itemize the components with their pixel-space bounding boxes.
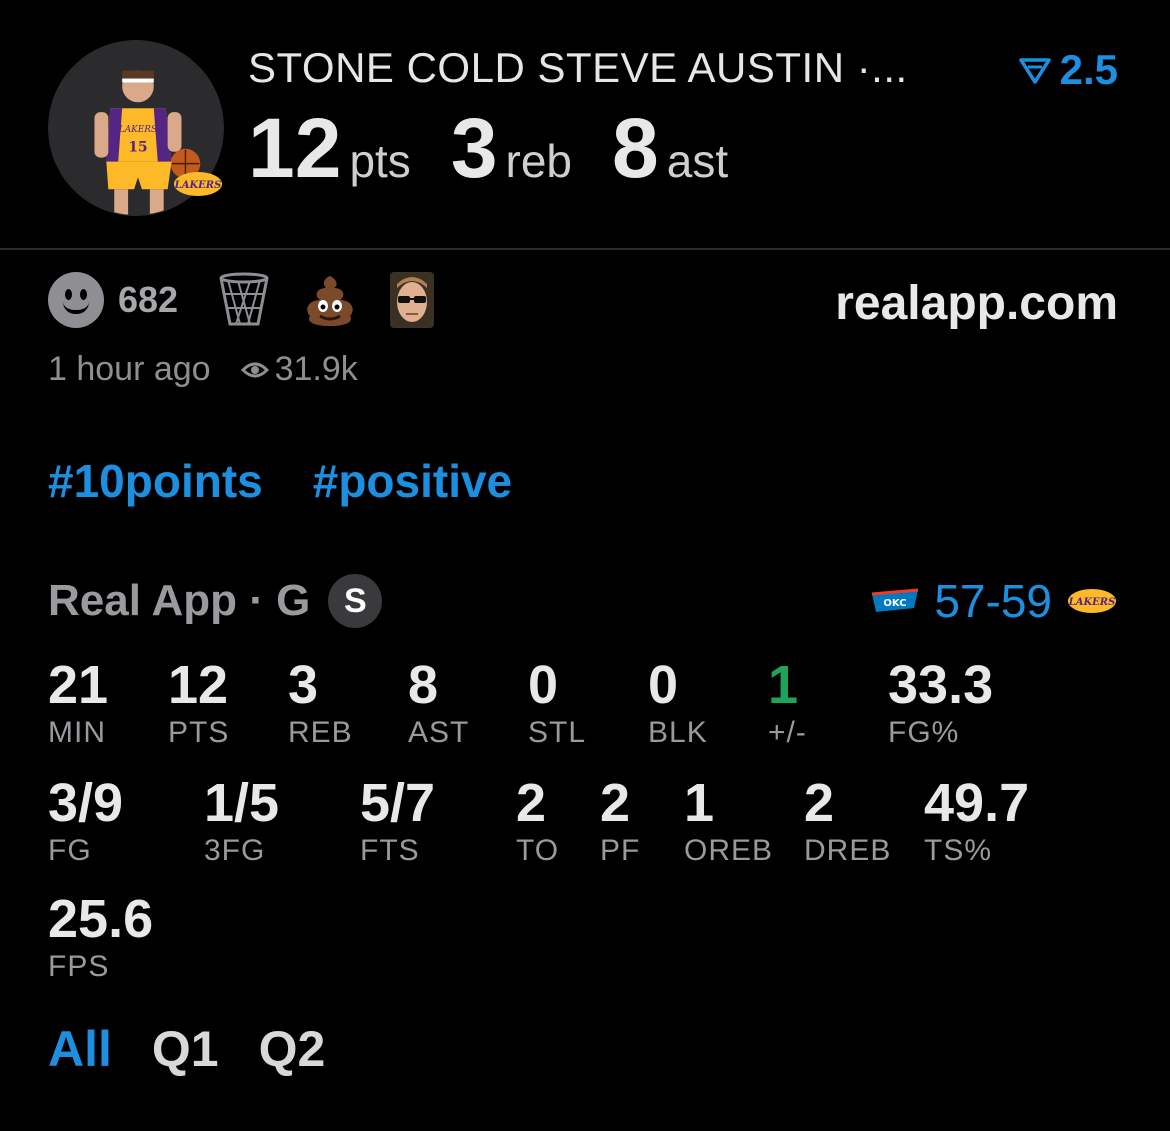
hashtag-positive[interactable]: #positive (313, 454, 512, 508)
sunglasses-avatar-icon[interactable] (390, 272, 435, 328)
okc-logo-icon: OKC (872, 588, 919, 612)
stat-reb: 3 REB (288, 658, 353, 750)
okc-logo-text: OKC (884, 598, 907, 609)
stat-label: STL (528, 716, 587, 749)
view-count: 31.9k (240, 350, 358, 389)
reaction-count: 682 (118, 279, 179, 320)
stat-value: 3/9 (48, 773, 124, 833)
stat-value: 0 (528, 655, 559, 715)
stat-label: PF (600, 834, 641, 867)
reaction-bar: 682 (48, 272, 466, 328)
eye-icon (240, 362, 269, 377)
view-count-value: 31.9k (274, 350, 358, 388)
stat-value: 8 (408, 655, 439, 715)
headline-stats: 12 pts 3 reb 8 ast (248, 100, 768, 197)
stat-blk: 0 BLK (648, 658, 708, 750)
tab-q2[interactable]: Q2 (259, 1020, 326, 1078)
stat-value: 12 (168, 655, 229, 715)
post-header: LAKERS 15 LAKERS STONE COLD STEVE AUSTIN… (0, 0, 1170, 250)
stat-pts: 12 PTS (168, 658, 229, 750)
stat-fps: 25.6 FPS (48, 892, 153, 984)
prop-line[interactable]: 2.5 (1018, 46, 1118, 94)
stat-plus-minus: 1 +/- (768, 658, 807, 750)
hashtag-10points[interactable]: #10points (48, 454, 263, 508)
stat-label: BLK (648, 716, 708, 749)
stat-label: FG (48, 834, 92, 867)
stat-label: PTS (168, 716, 230, 749)
lakers-logo-icon: LAKERS (174, 172, 222, 196)
stat-fg: 3/9 FG (48, 776, 123, 868)
player-name[interactable]: STONE COLD STEVE AUSTIN ·... (248, 44, 908, 92)
post-time: 1 hour ago (48, 350, 211, 388)
stat-value: 2 (804, 773, 835, 833)
stat-label: DREB (804, 834, 892, 867)
stat-3fg: 1/5 3FG (204, 776, 279, 868)
stat-label: FTS (360, 834, 420, 867)
stat-oreb: 1 OREB (684, 776, 773, 868)
stat-to: 2 TO (516, 776, 559, 868)
stat-value: 25.6 (48, 889, 154, 949)
stat-value: 33.3 (888, 655, 994, 715)
game-score-group[interactable]: OKC 57-59 LAKERS (868, 574, 1120, 628)
stat-value: 1 (768, 655, 799, 715)
hashtags: #10points #positive (48, 454, 512, 508)
tab-all[interactable]: All (48, 1020, 112, 1078)
basketball-net-icon[interactable] (218, 272, 270, 328)
stat-stl: 0 STL (528, 658, 586, 750)
stat-value: 5/7 (360, 773, 436, 833)
stat-label: TS% (924, 834, 993, 867)
lakers-logo-text: LAKERS (1068, 597, 1116, 608)
stat-value: 49.7 (924, 773, 1030, 833)
stat-label: FPS (48, 950, 110, 983)
lakers-logo-text: LAKERS (174, 180, 222, 191)
game-info: Real App · G S OKC 57-59 LAKERS (48, 574, 1120, 630)
stat-label: FG% (888, 716, 960, 749)
stat-value: 2 (600, 773, 631, 833)
stat-label: AST (408, 716, 470, 749)
headline-pts-value: 12 (248, 101, 342, 195)
stat-value: 0 (648, 655, 679, 715)
headline-reb-unit: reb (505, 135, 573, 187)
stat-label: REB (288, 716, 353, 749)
stat-label: +/- (768, 716, 807, 749)
stat-value: 3 (288, 655, 319, 715)
headline-pts-unit: pts (349, 135, 411, 187)
game-label[interactable]: Real App · G (48, 576, 310, 626)
post-meta: 1 hour ago 31.9k (48, 350, 358, 389)
stat-ast: 8 AST (408, 658, 469, 750)
tab-q1[interactable]: Q1 (152, 1020, 219, 1078)
stat-label: OREB (684, 834, 774, 867)
avatar-jersey-number: 15 (128, 140, 147, 156)
stat-value: 21 (48, 655, 109, 715)
headline-reb-value: 3 (450, 101, 498, 195)
game-score: 57-59 (934, 575, 1052, 627)
headline-ast-unit: ast (666, 135, 729, 187)
prop-line-value: 2.5 (1059, 46, 1118, 93)
stat-label: TO (516, 834, 560, 867)
stat-label: 3FG (204, 834, 266, 867)
stat-value: 1/5 (204, 773, 280, 833)
smiley-icon[interactable] (48, 272, 104, 328)
avatar-jersey-team: LAKERS (118, 125, 157, 135)
stat-pf: 2 PF (600, 776, 640, 868)
poop-emoji-icon[interactable] (302, 274, 358, 326)
stat-label: MIN (48, 716, 106, 749)
headline-ast-value: 8 (612, 101, 659, 195)
funnel-arrow-icon (1018, 58, 1051, 84)
starter-badge: S (328, 574, 383, 628)
stat-min: 21 MIN (48, 658, 108, 750)
stat-ts-pct: 49.7 TS% (924, 776, 1029, 868)
stat-value: 1 (684, 773, 715, 833)
period-tabs: All Q1 Q2 (48, 1020, 325, 1078)
stat-fg-pct: 33.3 FG% (888, 658, 993, 750)
game-label-group: Real App · G S (48, 574, 383, 628)
stat-dreb: 2 DREB (804, 776, 891, 868)
stat-value: 2 (516, 773, 547, 833)
site-link[interactable]: realapp.com (835, 276, 1118, 331)
lakers-logo-icon: LAKERS (1068, 589, 1116, 613)
stat-fts: 5/7 FTS (360, 776, 435, 868)
